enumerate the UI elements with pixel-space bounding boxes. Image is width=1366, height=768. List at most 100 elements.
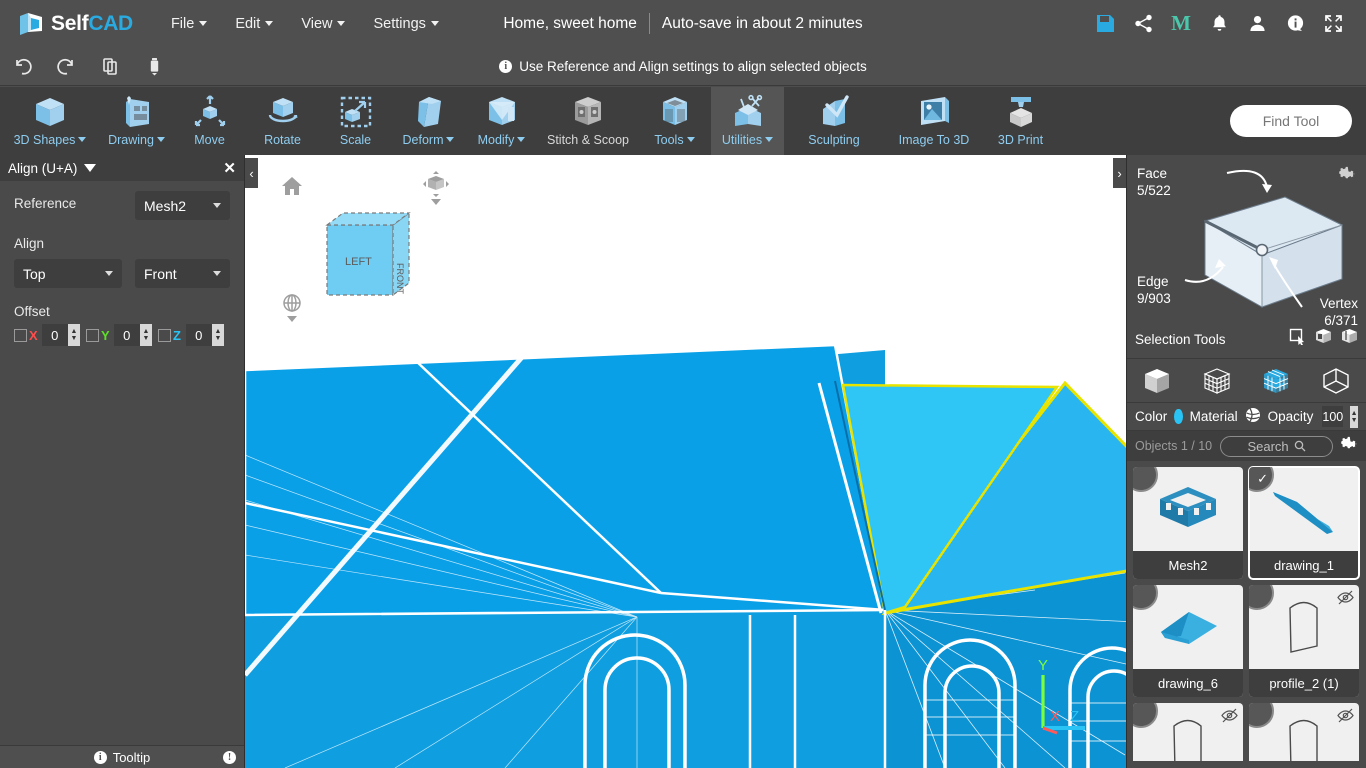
tool-sculpting[interactable]: Sculpting xyxy=(784,87,884,155)
objects-settings-gear-icon[interactable] xyxy=(1341,435,1358,457)
tool-rotate[interactable]: Rotate xyxy=(246,87,319,155)
move-icon xyxy=(191,92,229,132)
offset-z-stepper[interactable]: ▲ ▼ xyxy=(211,324,224,346)
chevron-down-icon[interactable] xyxy=(287,316,297,322)
offset-x-checkbox[interactable] xyxy=(14,328,27,342)
tool-utilities[interactable]: Utilities xyxy=(711,87,784,155)
utilities-icon xyxy=(729,92,767,132)
objects-list: Mesh2 ✓ drawing_1 drawing_6 profile_2 (1… xyxy=(1127,461,1366,761)
objects-search-input[interactable]: Search xyxy=(1220,435,1333,457)
chevron-down-icon xyxy=(199,20,208,26)
share-icon[interactable] xyxy=(1124,5,1162,43)
marketplace-letter: M xyxy=(1171,11,1191,35)
align-horizontal-select[interactable]: Front xyxy=(135,259,230,288)
help-icon[interactable]: ! xyxy=(223,750,236,764)
view-cube-gizmo-icon[interactable] xyxy=(423,171,449,205)
selfcad-app: SelfCAD File Edit View Settings Home, sw… xyxy=(0,0,1366,768)
svg-text:X: X xyxy=(1050,708,1060,725)
close-icon[interactable]: ✕ xyxy=(223,159,236,177)
save-icon[interactable] xyxy=(1086,5,1124,43)
visibility-hidden-icon[interactable] xyxy=(1221,707,1238,729)
align-vertical-select[interactable]: Top xyxy=(14,259,122,288)
list-item[interactable]: profile_2 (1) xyxy=(1249,585,1359,697)
menu-item-settings[interactable]: Settings xyxy=(359,10,452,38)
camera-perspective-icon[interactable] xyxy=(281,292,303,322)
offset-x-stepper[interactable]: ▲ ▼ xyxy=(67,324,80,346)
tool-3d-shapes[interactable]: 3D Shapes xyxy=(0,87,100,155)
home-view-icon[interactable] xyxy=(281,175,303,197)
marketplace-icon[interactable]: M xyxy=(1162,5,1200,43)
sculpting-icon xyxy=(815,92,853,132)
rectangle-select-icon[interactable] xyxy=(1289,328,1306,350)
color-swatch[interactable] xyxy=(1174,409,1183,424)
visibility-hidden-icon[interactable] xyxy=(1337,707,1354,729)
tool-modify[interactable]: Modify xyxy=(465,87,538,155)
material-label: Material xyxy=(1189,409,1238,424)
3d-viewport[interactable]: Y X Z LEFT FRONT ‹ › xyxy=(245,155,1126,768)
menu-item-view-label: View xyxy=(301,15,333,32)
list-item[interactable] xyxy=(1249,703,1359,761)
edge-value: 9/903 xyxy=(1137,291,1171,306)
offset-y-stepper[interactable]: ▲ ▼ xyxy=(139,324,152,346)
stepper-up-icon: ▲ xyxy=(214,328,222,335)
list-item[interactable]: drawing_6 xyxy=(1133,585,1243,697)
document-title[interactable]: Home, sweet home xyxy=(503,15,637,33)
tool-3d-print[interactable]: 3D Print xyxy=(984,87,1057,155)
list-item[interactable] xyxy=(1133,703,1243,761)
chevron-down-icon[interactable] xyxy=(431,199,441,205)
visibility-hidden-icon[interactable] xyxy=(1337,589,1354,611)
gear-icon[interactable] xyxy=(1339,165,1356,187)
menu-item-file[interactable]: File xyxy=(157,10,221,38)
list-item[interactable]: ✓ drawing_1 xyxy=(1248,466,1360,580)
vertex-mode-icon[interactable] xyxy=(1322,367,1350,395)
top-header: SelfCAD File Edit View Settings Home, sw… xyxy=(0,0,1366,47)
objects-toolbar: Objects 1 / 10 Search xyxy=(1127,431,1366,461)
box-select-icon[interactable] xyxy=(1315,328,1332,350)
offset-y-input[interactable]: 0 xyxy=(113,324,140,346)
offset-section: Offset X 0 ▲ ▼ Y 0 ▲ ▼ Z 0 ▲ ▼ xyxy=(14,304,230,346)
header-icon-group: M xyxy=(1086,0,1352,47)
menu-item-view[interactable]: View xyxy=(287,10,359,38)
chevron-down-icon xyxy=(265,20,274,26)
tool-drawing[interactable]: Drawing xyxy=(100,87,173,155)
opacity-stepper[interactable]: ▲ ▼ xyxy=(1350,405,1358,428)
notifications-bell-icon[interactable] xyxy=(1200,5,1238,43)
stepper-up-icon: ▲ xyxy=(70,328,78,335)
3d-scene: Y X Z LEFT FRONT xyxy=(245,155,1126,768)
tool-tools[interactable]: Tools xyxy=(638,87,711,155)
list-item[interactable]: Mesh2 xyxy=(1133,467,1243,579)
tool-image-to-3d[interactable]: Image To 3D xyxy=(884,87,984,155)
fullscreen-icon[interactable] xyxy=(1314,5,1352,43)
opacity-input[interactable]: 100 xyxy=(1322,406,1344,427)
collapse-left-panel-button[interactable]: ‹ xyxy=(245,158,258,188)
offset-x-input[interactable]: 0 xyxy=(41,324,68,346)
tool-stitch-and-scoop[interactable]: Stitch & Scoop xyxy=(538,87,638,155)
find-tool-placeholder: Find Tool xyxy=(1262,113,1320,129)
offset-y-checkbox[interactable] xyxy=(86,328,99,342)
tool-3d-shapes-label: 3D Shapes xyxy=(14,133,87,147)
sketch-icon xyxy=(118,92,156,132)
tool-deform[interactable]: Deform xyxy=(392,87,465,155)
reference-select[interactable]: Mesh2 xyxy=(135,191,230,220)
tool-label-text: Modify xyxy=(477,133,515,147)
user-account-icon[interactable] xyxy=(1238,5,1276,43)
lasso-select-icon[interactable] xyxy=(1341,328,1358,350)
menu-item-edit[interactable]: Edit xyxy=(221,10,287,38)
object-mode-icon[interactable] xyxy=(1143,367,1171,395)
check-icon: ✓ xyxy=(1257,471,1268,486)
offset-z-checkbox[interactable] xyxy=(158,328,171,342)
app-logo[interactable]: SelfCAD xyxy=(18,11,133,37)
align-panel-title-wrap[interactable]: Align (U+A) xyxy=(8,161,97,176)
tool-scale[interactable]: Scale xyxy=(319,87,392,155)
triangle-down-icon[interactable] xyxy=(84,164,97,172)
find-tool-input[interactable]: Find Tool xyxy=(1230,105,1352,137)
info-icon[interactable] xyxy=(1276,5,1314,43)
offset-z-input[interactable]: 0 xyxy=(185,324,212,346)
face-mode-icon[interactable] xyxy=(1262,367,1290,395)
svg-text:FRONT: FRONT xyxy=(395,263,405,294)
tool-move[interactable]: Move xyxy=(173,87,246,155)
collapse-right-panel-button[interactable]: › xyxy=(1113,158,1126,188)
material-icon[interactable] xyxy=(1245,407,1261,426)
tool-scale-label: Scale xyxy=(339,133,372,147)
wireframe-mode-icon[interactable] xyxy=(1203,367,1231,395)
